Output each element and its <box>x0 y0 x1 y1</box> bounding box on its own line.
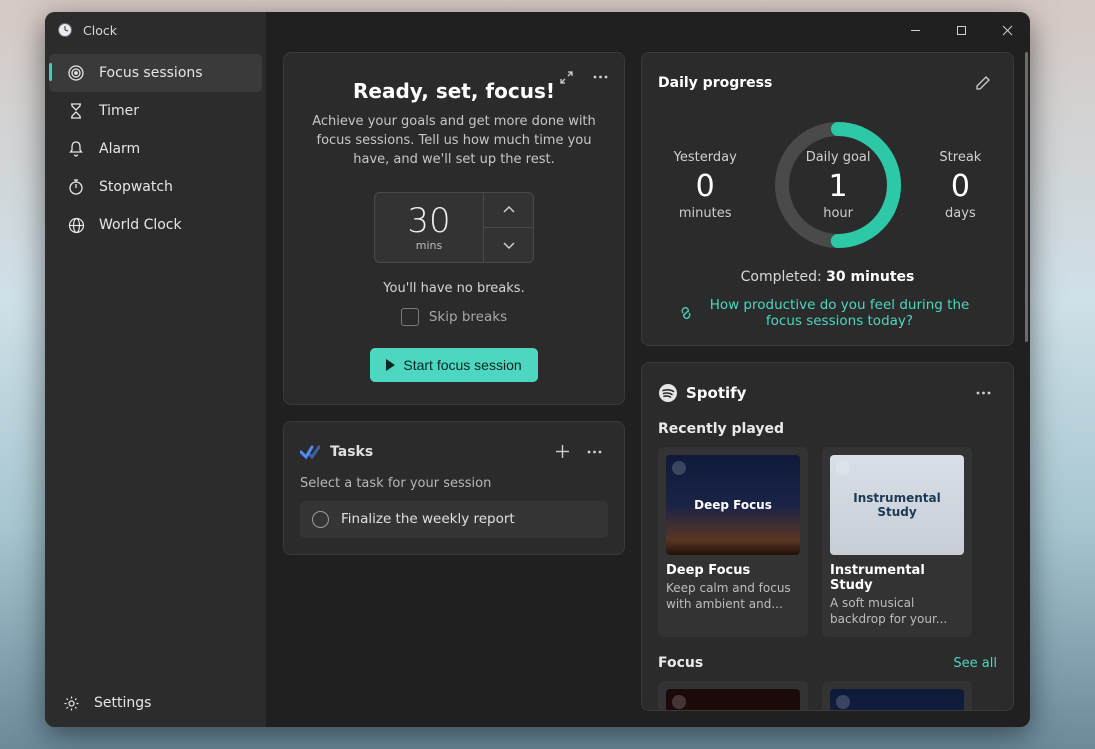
link-icon <box>678 305 694 321</box>
start-label: Start focus session <box>403 357 521 373</box>
yesterday-unit: minutes <box>674 206 737 221</box>
tasks-subtitle: Select a task for your session <box>300 476 608 491</box>
playlist-item[interactable]: Deep Focus <box>822 681 972 711</box>
yesterday-stat: Yesterday 0 minutes <box>674 150 737 221</box>
main-content: Ready, set, focus! Achieve your goals an… <box>267 12 1030 727</box>
nav-label: Timer <box>99 103 139 119</box>
yesterday-label: Yesterday <box>674 150 737 165</box>
play-icon <box>386 359 395 371</box>
productivity-survey-link[interactable]: How productive do you feel during the fo… <box>658 297 997 329</box>
playlist-cover: Coding <box>666 689 800 711</box>
task-complete-toggle[interactable] <box>312 511 329 528</box>
skip-breaks-label: Skip breaks <box>429 309 507 325</box>
playlist-cover: Instrumental Study <box>830 455 964 555</box>
playlist-item[interactable]: Instrumental Study Instrumental Study A … <box>822 447 972 637</box>
stopwatch-icon <box>67 178 85 196</box>
spotify-brand: Spotify <box>686 384 746 402</box>
streak-unit: days <box>939 206 981 221</box>
sidebar: Clock Focus sessions Timer Alarm Stopwat… <box>45 12 267 727</box>
tasks-card: Tasks Select a task for your session Fin… <box>283 421 625 555</box>
bell-icon <box>67 140 85 158</box>
focus-row: Coding Deep Focus <box>658 681 997 711</box>
start-focus-button[interactable]: Start focus session <box>370 348 537 382</box>
nav-settings[interactable]: Settings <box>45 679 266 727</box>
nav-world-clock[interactable]: World Clock <box>49 206 262 244</box>
breaks-note: You'll have no breaks. <box>302 281 606 296</box>
task-item[interactable]: Finalize the weekly report <box>300 501 608 538</box>
skip-breaks-row[interactable]: Skip breaks <box>302 308 606 326</box>
completed-value: 30 minutes <box>826 269 914 285</box>
recently-played-label: Recently played <box>658 421 997 437</box>
add-task-button[interactable] <box>548 438 576 466</box>
nav-focus-sessions[interactable]: Focus sessions <box>49 54 262 92</box>
playlist-item[interactable]: Deep Focus Deep Focus Keep calm and focu… <box>658 447 808 637</box>
goal-label: Daily goal <box>806 150 871 165</box>
gear-icon <box>63 695 80 712</box>
task-label: Finalize the weekly report <box>341 511 515 527</box>
nav-timer[interactable]: Timer <box>49 92 262 130</box>
duration-value: 30 <box>407 201 450 241</box>
nav-label: World Clock <box>99 217 182 233</box>
settings-label: Settings <box>94 695 151 711</box>
goal-value: 1 <box>829 169 848 204</box>
tasks-more-button[interactable] <box>580 438 608 466</box>
nav-label: Alarm <box>99 141 140 157</box>
edit-goal-button[interactable] <box>969 69 997 97</box>
globe-icon <box>67 216 85 234</box>
playlist-cover: Deep Focus <box>666 455 800 555</box>
playlist-title: Deep Focus <box>666 563 800 578</box>
app-window: Clock Focus sessions Timer Alarm Stopwat… <box>45 12 1030 727</box>
nav-label: Stopwatch <box>99 179 173 195</box>
focus-subtitle: Achieve your goals and get more done wit… <box>306 113 602 170</box>
see-all-link[interactable]: See all <box>953 656 997 671</box>
goal-unit: hour <box>823 206 853 221</box>
nav-stopwatch[interactable]: Stopwatch <box>49 168 262 206</box>
yesterday-value: 0 <box>674 169 737 204</box>
recently-played-row: Deep Focus Deep Focus Keep calm and focu… <box>658 447 997 637</box>
duration-increase-button[interactable] <box>484 193 533 228</box>
playlist-desc: Keep calm and focus with ambient and... <box>666 581 800 612</box>
duration-decrease-button[interactable] <box>484 228 533 262</box>
titlebar: Clock <box>45 12 266 48</box>
app-title: Clock <box>83 23 117 38</box>
duration-display: 30 mins <box>375 193 483 262</box>
daily-progress-card: Daily progress Yesterday 0 minutes <box>641 52 1014 346</box>
focus-section-label: Focus <box>658 655 703 671</box>
nav: Focus sessions Timer Alarm Stopwatch Wor… <box>45 48 266 250</box>
streak-stat: Streak 0 days <box>939 150 981 221</box>
tasks-title: Tasks <box>330 444 373 460</box>
playlist-title: Instrumental Study <box>830 563 964 593</box>
streak-value: 0 <box>939 169 981 204</box>
app-icon <box>57 22 73 38</box>
daily-progress-title: Daily progress <box>658 75 772 91</box>
focus-setup-card: Ready, set, focus! Achieve your goals an… <box>283 52 625 405</box>
more-button[interactable] <box>586 63 614 91</box>
tasks-icon <box>300 444 320 460</box>
spotify-more-button[interactable] <box>969 379 997 407</box>
streak-label: Streak <box>939 150 981 165</box>
spotify-card: Spotify Recently played Deep Focus Deep … <box>641 362 1014 711</box>
goal-ring: Daily goal 1 hour <box>768 115 908 255</box>
completed-row: Completed: 30 minutes <box>658 269 997 285</box>
survey-text: How productive do you feel during the fo… <box>702 297 977 329</box>
spotify-icon <box>658 383 678 403</box>
playlist-cover: Deep Focus <box>830 689 964 711</box>
playlist-desc: A soft musical backdrop for your... <box>830 596 964 627</box>
nav-alarm[interactable]: Alarm <box>49 130 262 168</box>
scrollbar-thumb[interactable] <box>1025 52 1028 342</box>
target-icon <box>67 64 85 82</box>
expand-button[interactable] <box>552 63 580 91</box>
skip-breaks-checkbox[interactable] <box>401 308 419 326</box>
duration-unit: mins <box>416 239 442 252</box>
duration-spinner: 30 mins <box>374 192 534 263</box>
playlist-item[interactable]: Coding <box>658 681 808 711</box>
nav-label: Focus sessions <box>99 65 203 81</box>
hourglass-icon <box>67 102 85 120</box>
completed-prefix: Completed: <box>741 269 827 285</box>
